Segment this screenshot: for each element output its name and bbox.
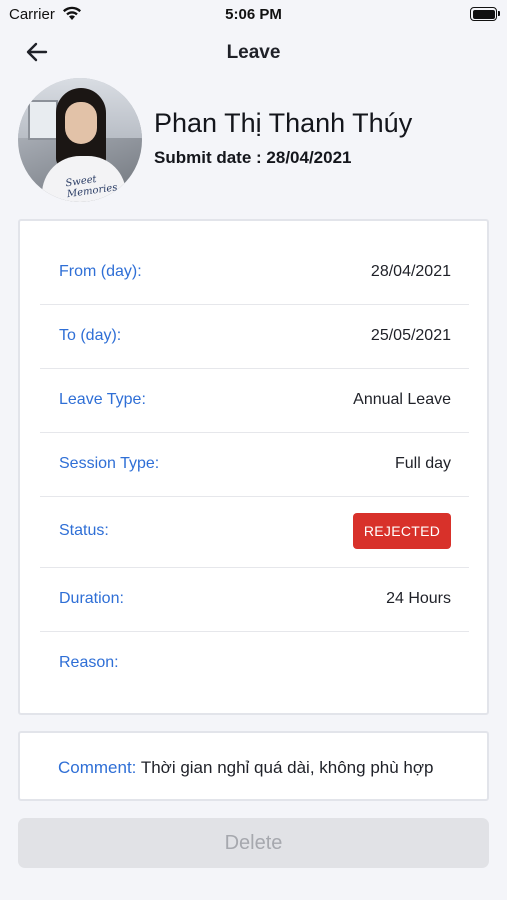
profile-header: Sweet Memories Phan Thị Thanh Thúy Submi… xyxy=(18,78,488,202)
status-label: Status: xyxy=(59,522,109,539)
submit-date-value: 28/04/2021 xyxy=(266,148,352,167)
clock: 5:06 PM xyxy=(225,6,282,23)
avatar: Sweet Memories xyxy=(18,78,142,202)
session-type-value: Full day xyxy=(394,455,451,472)
to-day-label: To (day): xyxy=(59,327,122,344)
leave-details-card: From (day): 28/04/2021 To (day): 25/05/2… xyxy=(18,219,489,715)
reason-label: Reason: xyxy=(59,654,119,671)
duration-label: Duration: xyxy=(59,590,124,607)
session-type-label: Session Type: xyxy=(59,455,160,472)
leave-type-label: Leave Type: xyxy=(59,391,146,408)
status-row: Status: REJECTED xyxy=(40,497,469,568)
page-title: Leave xyxy=(226,42,281,63)
status-badge: REJECTED xyxy=(353,513,451,549)
comment-value: Thời gian nghỉ quá dài, không phù hợp xyxy=(136,758,434,777)
from-day-value: 28/04/2021 xyxy=(370,263,451,280)
from-day-label: From (day): xyxy=(59,263,142,280)
leave-type-row: Leave Type: Annual Leave xyxy=(40,369,469,433)
to-day-row: To (day): 25/05/2021 xyxy=(40,305,469,369)
duration-value: 24 Hours xyxy=(386,590,451,607)
battery-icon xyxy=(470,7,500,21)
reason-row: Reason: xyxy=(40,632,469,696)
leave-type-value: Annual Leave xyxy=(353,391,451,408)
employee-name: Phan Thị Thanh Thúy xyxy=(154,108,413,138)
duration-row: Duration: 24 Hours xyxy=(40,568,469,632)
submit-date: Submit date : 28/04/2021 xyxy=(154,148,352,168)
submit-date-label: Submit date : xyxy=(154,148,267,167)
comment-card: Comment: Thời gian nghỉ quá dài, không p… xyxy=(18,731,489,801)
comment-text: Comment: Thời gian nghỉ quá dài, không p… xyxy=(58,758,433,778)
from-day-row: From (day): 28/04/2021 xyxy=(40,241,469,305)
session-type-row: Session Type: Full day xyxy=(40,433,469,497)
to-day-value: 25/05/2021 xyxy=(370,327,451,344)
status-bar: Carrier 5:06 PM xyxy=(0,0,507,30)
comment-label: Comment: xyxy=(58,758,137,777)
delete-button[interactable]: Delete xyxy=(18,818,489,868)
navigation-bar: Leave xyxy=(0,32,507,72)
